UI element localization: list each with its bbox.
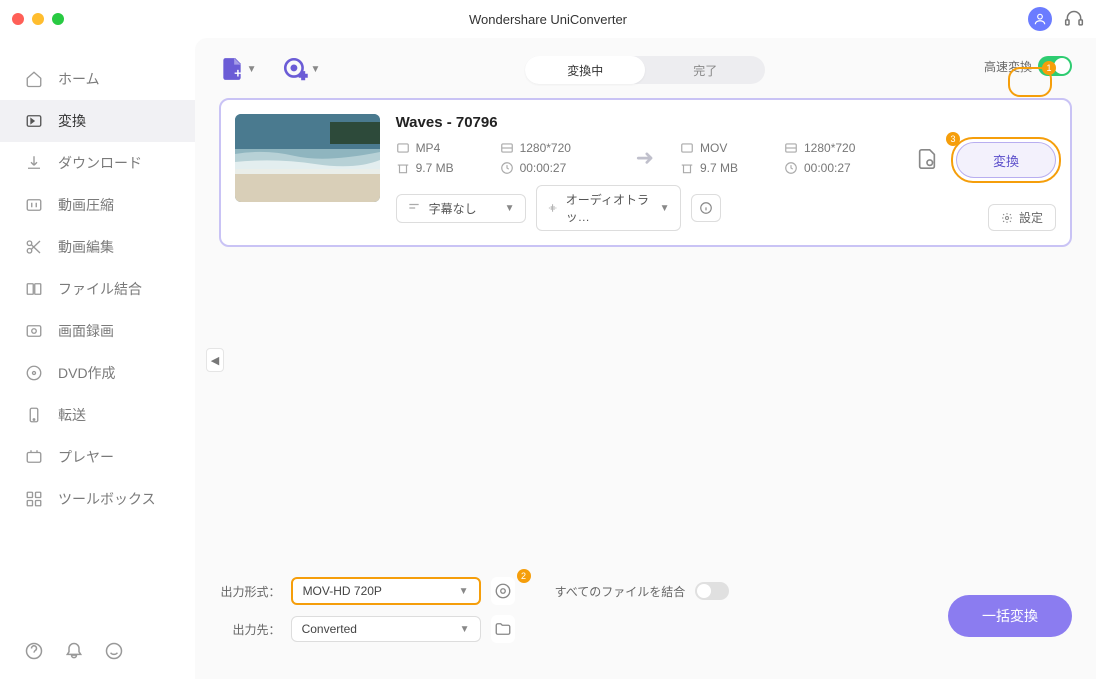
output-format-select[interactable]: MOV-HD 720P▼ — [291, 577, 481, 605]
sidebar-item-label: ツールボックス — [58, 489, 156, 509]
output-dest-select[interactable]: Converted▼ — [291, 616, 481, 642]
sidebar-item-edit[interactable]: 動画編集 — [0, 226, 195, 268]
sidebar-item-transfer[interactable]: 転送 — [0, 394, 195, 436]
file-settings-icon[interactable] — [910, 142, 944, 176]
format-settings-icon[interactable] — [491, 577, 515, 605]
compress-icon — [24, 195, 44, 215]
sidebar-item-label: DVD作成 — [58, 363, 116, 383]
subtitle-select[interactable]: 字幕なし▼ — [396, 194, 526, 223]
support-icon[interactable] — [1064, 9, 1084, 29]
src-duration: 00:00:27 — [500, 161, 610, 175]
download-icon — [24, 153, 44, 173]
src-size: 9.7 MB — [396, 161, 482, 175]
sidebar-item-label: ファイル結合 — [58, 279, 142, 299]
open-folder-icon[interactable] — [491, 615, 515, 643]
status-tabs: 変換中 完了 — [525, 56, 765, 84]
add-disc-button[interactable]: + ▼ — [282, 56, 320, 82]
sidebar: ホーム 変換 ダウンロード 動画圧縮 動画編集 ファイル結合 画面録画 DVD — [0, 38, 195, 679]
convert-icon — [24, 111, 44, 131]
player-icon — [24, 447, 44, 467]
merge-label: すべてのファイルを結合 — [555, 583, 686, 600]
settings-button[interactable]: 設定 — [988, 204, 1056, 231]
sidebar-item-label: 転送 — [58, 405, 86, 425]
face-icon[interactable] — [104, 641, 124, 661]
sidebar-item-home[interactable]: ホーム — [0, 58, 195, 100]
highlight-badge-2: 2 — [517, 569, 531, 583]
app-title: Wondershare UniConverter — [469, 12, 627, 27]
transfer-icon — [24, 405, 44, 425]
dst-resolution: 1280*720 — [784, 141, 894, 155]
add-file-button[interactable]: + ▼ — [219, 56, 257, 82]
sidebar-item-label: 変換 — [58, 111, 86, 131]
sidebar-item-record[interactable]: 画面録画 — [0, 310, 195, 352]
dst-format: MOV — [680, 141, 766, 155]
toolbox-icon — [24, 489, 44, 509]
maximize-window[interactable] — [52, 13, 64, 25]
user-avatar[interactable] — [1028, 7, 1052, 31]
output-dest-label: 出力先： — [219, 621, 281, 638]
minimize-window[interactable] — [32, 13, 44, 25]
sidebar-item-toolbox[interactable]: ツールボックス — [0, 478, 195, 520]
batch-convert-button[interactable]: 一括変換 — [948, 595, 1072, 637]
sidebar-item-label: プレヤー — [58, 447, 114, 467]
info-button[interactable] — [691, 194, 721, 222]
arrow-right-icon: ➜ — [636, 145, 654, 171]
sidebar-item-compress[interactable]: 動画圧縮 — [0, 184, 195, 226]
audio-track-select[interactable]: オーディオトラッ…▼ — [536, 185, 681, 231]
src-resolution: 1280*720 — [500, 141, 610, 155]
sidebar-collapse[interactable]: ◀ — [206, 348, 224, 372]
scissors-icon — [24, 237, 44, 257]
chevron-down-icon: ▼ — [310, 64, 320, 75]
record-icon — [24, 321, 44, 341]
merge-icon — [24, 279, 44, 299]
sidebar-item-label: ダウンロード — [58, 153, 142, 173]
tab-converting[interactable]: 変換中 — [525, 56, 645, 84]
src-format: MP4 — [396, 141, 482, 155]
sidebar-item-label: 動画編集 — [58, 237, 114, 257]
chevron-down-icon: ▼ — [247, 64, 257, 75]
dvd-icon — [24, 363, 44, 383]
convert-button[interactable]: 変換 — [956, 142, 1056, 178]
sidebar-item-merge[interactable]: ファイル結合 — [0, 268, 195, 310]
video-thumbnail[interactable] — [235, 114, 380, 202]
output-format-label: 出力形式： — [219, 583, 281, 600]
help-icon[interactable] — [24, 641, 44, 661]
file-title: Waves - 70796 — [396, 114, 894, 131]
file-card: Waves - 70796 MP4 1280*720 9.7 MB 00:00:… — [219, 98, 1072, 247]
fast-convert-toggle[interactable] — [1038, 56, 1072, 76]
merge-toggle[interactable] — [695, 582, 729, 600]
tab-done[interactable]: 完了 — [645, 56, 765, 84]
sidebar-item-label: ホーム — [58, 69, 100, 89]
home-icon — [24, 69, 44, 89]
fast-convert-label: 高速変換 — [984, 58, 1032, 75]
sidebar-item-label: 動画圧縮 — [58, 195, 114, 215]
bell-icon[interactable] — [64, 641, 84, 661]
svg-text:+: + — [234, 66, 242, 81]
dst-size: 9.7 MB — [680, 161, 766, 175]
sidebar-item-download[interactable]: ダウンロード — [0, 142, 195, 184]
main-panel: + ▼ + ▼ 変換中 完了 高速変換 1 — [195, 38, 1096, 679]
svg-text:+: + — [300, 68, 308, 82]
sidebar-item-convert[interactable]: 変換 — [0, 100, 195, 142]
dst-duration: 00:00:27 — [784, 161, 894, 175]
sidebar-item-player[interactable]: プレヤー — [0, 436, 195, 478]
close-window[interactable] — [12, 13, 24, 25]
sidebar-item-dvd[interactable]: DVD作成 — [0, 352, 195, 394]
sidebar-item-label: 画面録画 — [58, 321, 114, 341]
